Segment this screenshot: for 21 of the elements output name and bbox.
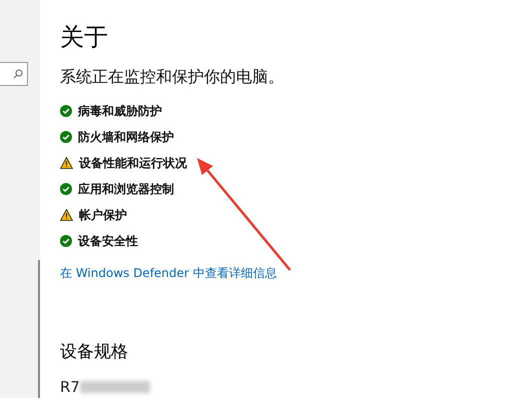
status-item[interactable]: 设备安全性 [78, 232, 138, 250]
page-subtitle: 系统正在监控和保护你的电脑。 [60, 66, 285, 88]
check-icon [60, 235, 72, 247]
status-item[interactable]: 帐户保护 [79, 206, 127, 224]
page-title: 关于 [60, 22, 109, 52]
blurred-text [80, 381, 150, 393]
search-icon [13, 69, 23, 79]
status-item[interactable]: 应用和浏览器控制 [78, 180, 174, 198]
status-item[interactable]: 病毒和威胁防护 [78, 102, 162, 120]
search-field[interactable] [0, 62, 28, 86]
check-icon [60, 131, 72, 143]
warning-icon [60, 157, 73, 169]
check-icon [60, 183, 72, 195]
details-link[interactable]: 在 Windows Defender 中查看详细信息 [60, 264, 506, 282]
section-heading: 设备规格 [60, 341, 129, 364]
status-item[interactable]: 设备性能和运行状况 [79, 154, 187, 172]
check-icon [60, 105, 72, 117]
status-item[interactable]: 防火墙和网络保护 [78, 128, 174, 146]
device-name: R7 [60, 378, 80, 396]
scrollbar[interactable] [38, 260, 40, 398]
warning-icon [60, 209, 73, 221]
